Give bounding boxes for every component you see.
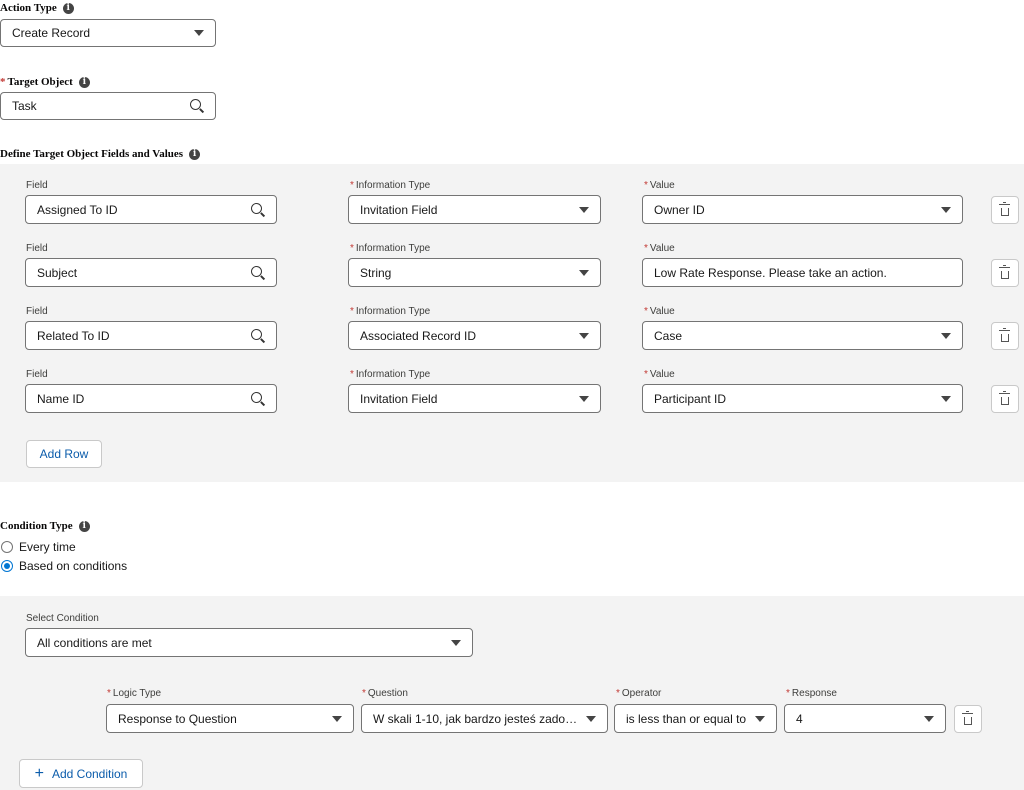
logic-type-label: * Logic Type [107, 688, 162, 699]
logic-type-select[interactable]: Response to Question [106, 704, 354, 733]
trash-icon [999, 201, 1010, 216]
target-object-input[interactable]: Task [0, 92, 216, 120]
chevron-down-icon [941, 395, 951, 402]
delete-row-button[interactable] [991, 322, 1019, 350]
info-type-label: * Information Type [350, 243, 431, 254]
chevron-down-icon [755, 715, 765, 722]
search-icon[interactable] [251, 265, 265, 280]
add-row-button[interactable]: Add Row [26, 440, 102, 468]
field-label: Field [26, 306, 48, 317]
info-type-select[interactable]: String [348, 258, 601, 287]
select-condition-label: Select Condition [26, 613, 99, 624]
chevron-down-icon [332, 715, 342, 722]
chevron-down-icon [941, 332, 951, 339]
chevron-down-icon [579, 269, 589, 276]
field-input[interactable]: Related To ID [25, 321, 277, 350]
action-type-select[interactable]: Create Record [0, 19, 216, 47]
value-field[interactable]: Participant ID [642, 384, 963, 413]
info-icon[interactable]: i [62, 2, 74, 14]
response-label: * Response [786, 688, 837, 699]
search-icon[interactable] [251, 202, 265, 217]
field-input[interactable]: Subject [25, 258, 277, 287]
trash-icon [962, 710, 973, 725]
delete-row-button[interactable] [991, 385, 1019, 413]
chevron-down-icon [924, 715, 934, 722]
delete-condition-button[interactable] [954, 705, 982, 733]
chevron-down-icon [451, 639, 461, 646]
chevron-down-icon [941, 206, 951, 213]
select-condition-dropdown[interactable]: All conditions are met [25, 628, 473, 657]
field-input[interactable]: Assigned To ID [25, 195, 277, 224]
operator-select[interactable]: is less than or equal to [614, 704, 777, 733]
response-select[interactable]: 4 [784, 704, 946, 733]
chevron-down-icon [586, 715, 596, 722]
condition-type-label: Condition Type i [0, 520, 90, 532]
radio-button[interactable] [1, 541, 13, 553]
chevron-down-icon [579, 206, 589, 213]
radio-every-time[interactable]: Every time [1, 540, 76, 554]
question-label: * Question [362, 688, 408, 699]
info-type-select[interactable]: Associated Record ID [348, 321, 601, 350]
info-type-select[interactable]: Invitation Field [348, 195, 601, 224]
add-condition-button[interactable]: + Add Condition [19, 759, 143, 788]
chevron-down-icon [579, 395, 589, 402]
field-input[interactable]: Name ID [25, 384, 277, 413]
field-label: Field [26, 243, 48, 254]
value-label: * Value [644, 306, 675, 317]
info-icon[interactable]: i [78, 76, 90, 88]
fields-section-label: Define Target Object Fields and Values i [0, 148, 201, 160]
search-icon[interactable] [251, 328, 265, 343]
info-icon[interactable]: i [189, 148, 201, 160]
chevron-down-icon [194, 30, 204, 36]
info-type-select[interactable]: Invitation Field [348, 384, 601, 413]
value-field[interactable]: Low Rate Response. Please take an action… [642, 258, 963, 287]
field-label: Field [26, 180, 48, 191]
value-label: * Value [644, 369, 675, 380]
info-type-label: * Information Type [350, 180, 431, 191]
radio-based-on-conditions[interactable]: Based on conditions [1, 559, 127, 573]
chevron-down-icon [579, 332, 589, 339]
delete-row-button[interactable] [991, 259, 1019, 287]
question-select[interactable]: W skali 1-10, jak bardzo jesteś zadow... [361, 704, 608, 733]
info-type-label: * Information Type [350, 306, 431, 317]
trash-icon [999, 264, 1010, 279]
target-object-label: * Target Object i [0, 76, 90, 88]
info-icon[interactable]: i [78, 520, 90, 532]
trash-icon [999, 390, 1010, 405]
field-label: Field [26, 369, 48, 380]
value-field[interactable]: Case [642, 321, 963, 350]
search-icon[interactable] [190, 99, 204, 113]
value-label: * Value [644, 180, 675, 191]
action-type-label: Action Type i [0, 2, 74, 14]
info-type-label: * Information Type [350, 369, 431, 380]
trash-icon [999, 327, 1010, 342]
value-label: * Value [644, 243, 675, 254]
search-icon[interactable] [251, 391, 265, 406]
value-field[interactable]: Owner ID [642, 195, 963, 224]
delete-row-button[interactable] [991, 196, 1019, 224]
plus-icon: + [34, 764, 44, 782]
operator-label: * Operator [616, 688, 662, 699]
radio-button-selected[interactable] [1, 560, 13, 572]
